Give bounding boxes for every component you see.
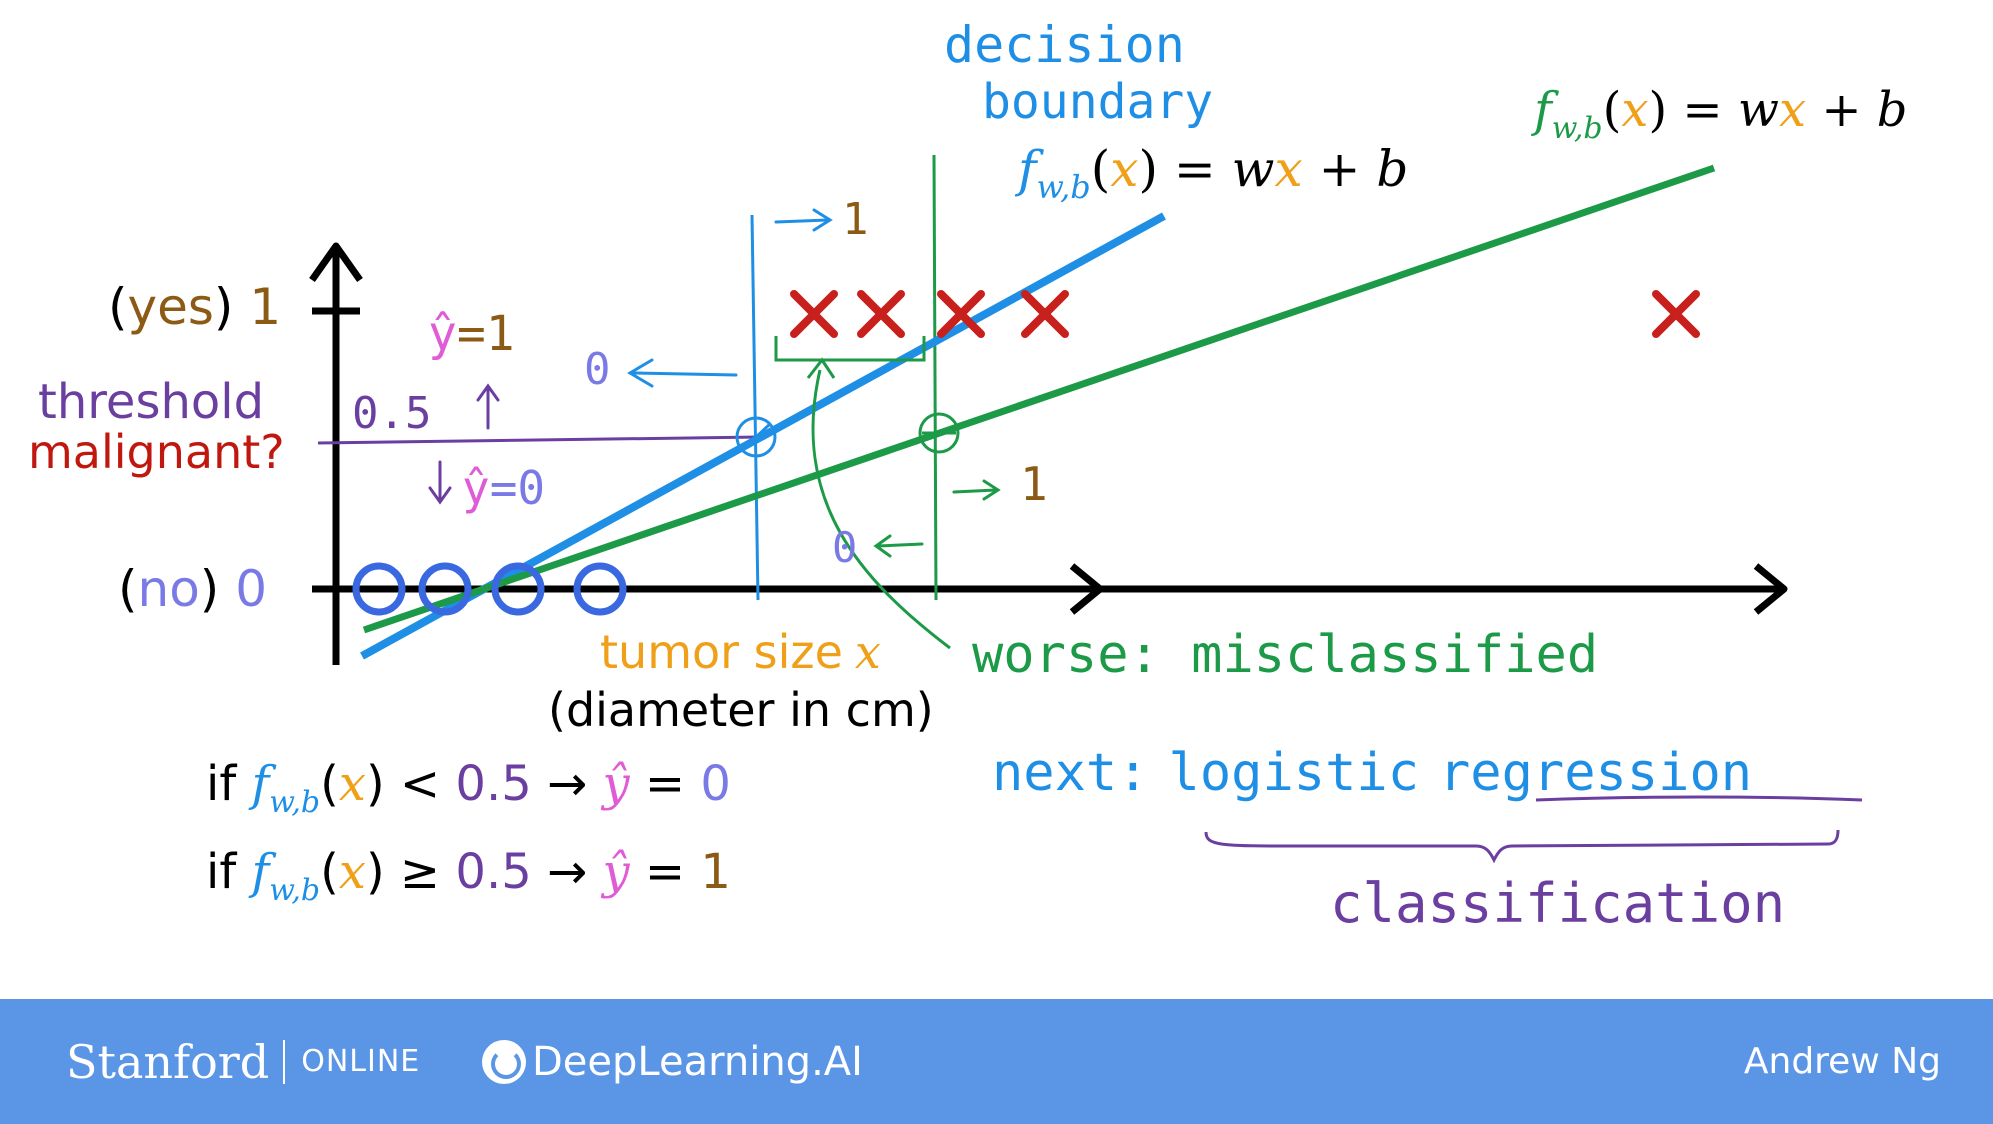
author-text: Andrew Ng [1743, 1041, 1941, 1082]
zero-bottom-label: 0 [832, 523, 857, 572]
no-label: (no) 0 [118, 560, 267, 618]
online-wordmark: ONLINE [301, 1044, 421, 1079]
tumor-size-label: tumor size x [600, 625, 881, 679]
yes-label: (yes) 1 [108, 278, 281, 336]
slide: (yes) 1 (no) 0 threshold malignant? 0.5 … [0, 0, 1993, 1124]
author-name: Andrew Ng [1744, 999, 1941, 1124]
deeplearning-ai-icon [482, 1039, 526, 1084]
rule-less-than: if fw,b(x) < 0.5 → ŷ = 0 [206, 756, 731, 820]
decision-boundary-label-line2: boundary [982, 74, 1213, 130]
footer-bar: Stanford ONLINE DeepLearning.AI Andrew N… [0, 999, 1993, 1124]
one-top-label: 1 [842, 194, 869, 245]
diagram-canvas: (yes) 1 (no) 0 threshold malignant? 0.5 … [28, 16, 1908, 935]
positive-example [857, 290, 905, 338]
green-boundary-line [932, 154, 938, 601]
zero-left-label: 0 [584, 344, 611, 395]
logo-divider [283, 1039, 286, 1084]
worse-label: worse: misclassified [972, 625, 1598, 685]
green-fit-line [362, 164, 1716, 634]
decision-boundary-label-line1: decision [944, 16, 1185, 74]
one-right-label: 1 [1020, 457, 1048, 511]
yhat-one-label: ŷ=1 [428, 306, 515, 362]
blue-fit-formula: fw,b(x) = wx + b [1014, 140, 1408, 206]
threshold-label: threshold [38, 374, 264, 430]
green-fit-formula: fw,b(x) = wx + b [1531, 82, 1908, 146]
half-label: 0.5 [352, 388, 431, 439]
positive-example [1652, 290, 1700, 338]
positive-example [790, 290, 838, 338]
classification-label: classification [1330, 872, 1785, 935]
malignant-label: malignant? [28, 425, 285, 479]
positive-example [1021, 290, 1069, 338]
deeplearning-ai-wordmark: DeepLearning.AI [532, 1038, 863, 1085]
deeplearning-ai-logo: DeepLearning.AI [482, 999, 863, 1124]
stanford-wordmark: Stanford [66, 1034, 270, 1089]
next-topic-label: next: logistic regression [992, 743, 1752, 803]
misclassified-pointer [811, 369, 951, 650]
classification-brace [1204, 829, 1840, 864]
stanford-online-logo: Stanford ONLINE [66, 999, 420, 1124]
diameter-label: (diameter in cm) [548, 683, 934, 737]
blue-boundary-line [750, 214, 760, 601]
rule-greater-equal: if fw,b(x) ≥ 0.5 → ŷ = 1 [206, 844, 731, 908]
yhat-zero-label: ŷ=0 [462, 461, 545, 515]
